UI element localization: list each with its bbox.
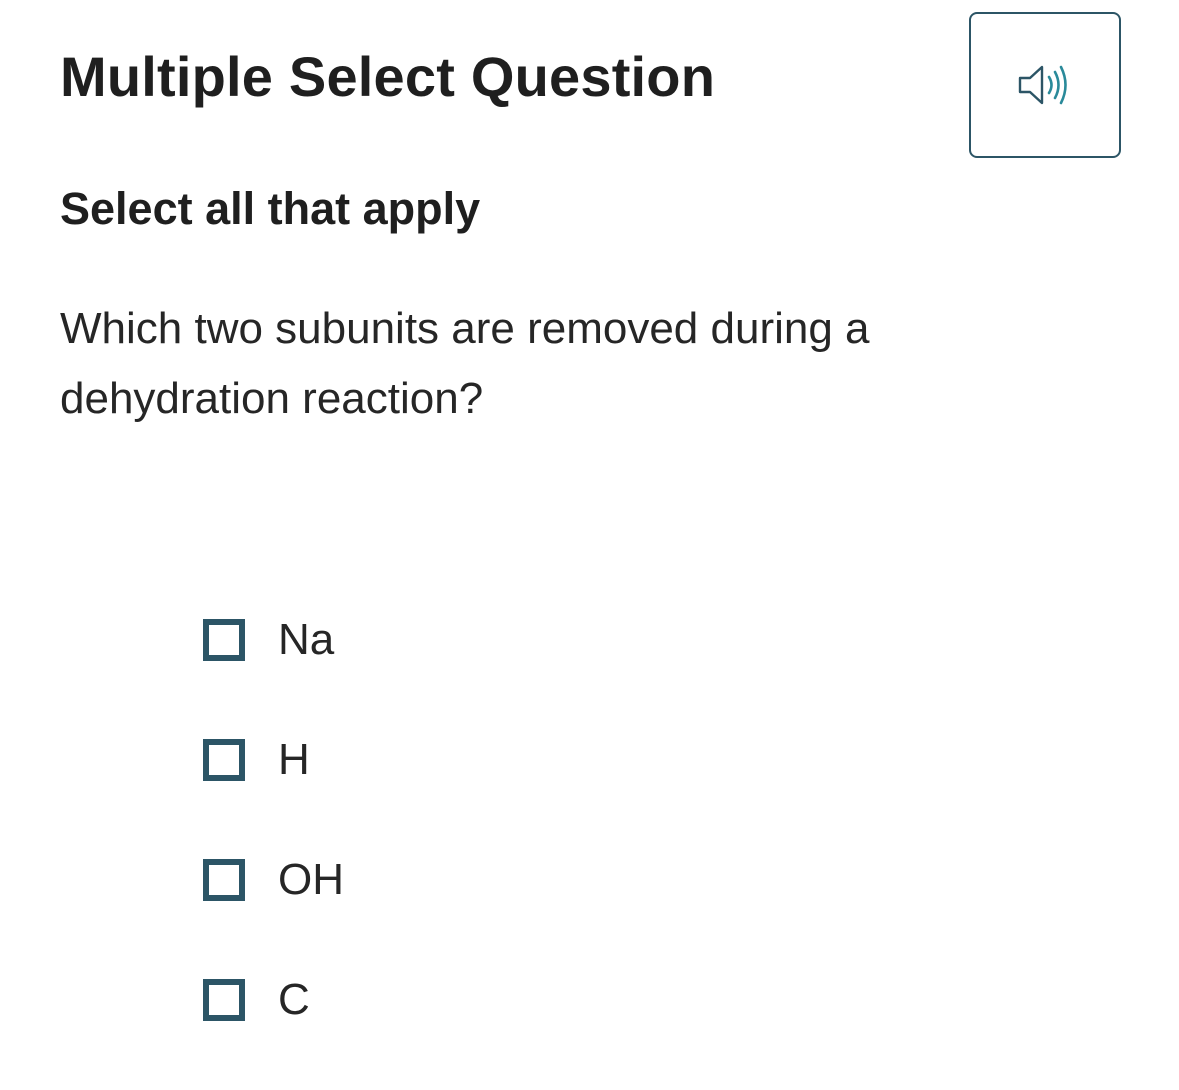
question-type-title: Multiple Select Question (60, 45, 716, 108)
checkbox[interactable] (203, 979, 245, 1021)
answer-options-list: Na H OH C (203, 610, 344, 1090)
checkbox[interactable] (203, 619, 245, 661)
checkbox[interactable] (203, 739, 245, 781)
answer-option-h[interactable]: H (203, 730, 344, 790)
answer-option-c[interactable]: C (203, 970, 344, 1030)
answer-option-label: H (278, 735, 310, 784)
select-all-instruction: Select all that apply (60, 183, 481, 234)
question-prompt: Which two subunits are removed during a … (60, 304, 870, 423)
read-aloud-button[interactable] (969, 12, 1121, 158)
answer-option-label: C (278, 975, 310, 1024)
answer-option-oh[interactable]: OH (203, 850, 344, 910)
answer-option-label: Na (278, 615, 335, 664)
speaker-icon (1017, 61, 1073, 109)
answer-option-label: OH (278, 855, 344, 904)
answer-option-na[interactable]: Na (203, 610, 344, 670)
checkbox[interactable] (203, 859, 245, 901)
